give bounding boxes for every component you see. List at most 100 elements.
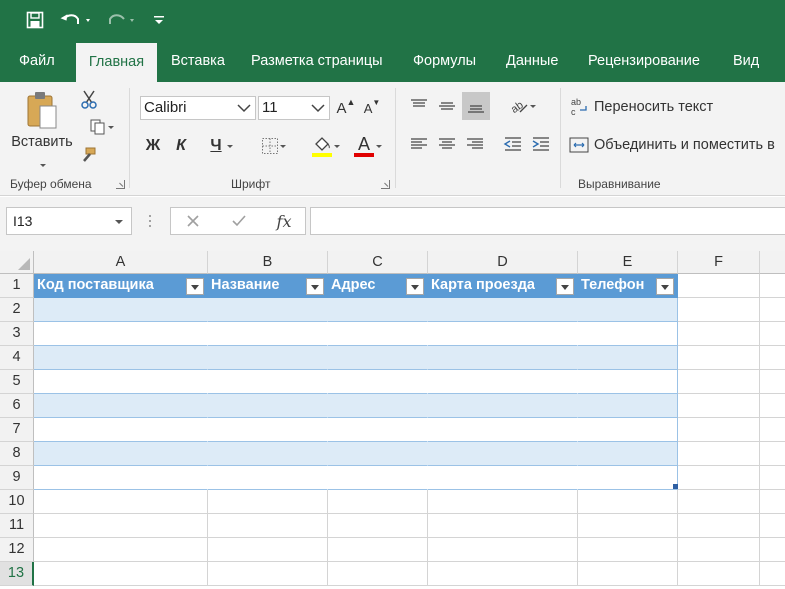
grid-cell[interactable] — [428, 418, 578, 442]
grid-cell[interactable] — [328, 346, 428, 370]
increase-indent-button[interactable] — [528, 130, 554, 158]
grid-cell[interactable] — [428, 514, 578, 538]
grid-cell[interactable] — [578, 322, 678, 346]
row-header-12[interactable]: 12 — [0, 538, 34, 562]
column-header-b[interactable]: B — [208, 251, 328, 274]
grid-cell[interactable] — [428, 538, 578, 562]
filter-dropdown-icon[interactable] — [186, 278, 204, 295]
tab-insert[interactable]: Вставка — [171, 40, 225, 82]
grid-cell[interactable] — [328, 442, 428, 466]
tab-review[interactable]: Рецензирование — [588, 40, 700, 82]
grid-cell[interactable] — [208, 514, 328, 538]
grid-cell[interactable] — [34, 442, 208, 466]
merge-center-button[interactable]: Объединить и поместить в — [568, 132, 785, 158]
orientation-button[interactable]: ab — [500, 92, 538, 120]
column-header-e[interactable]: E — [578, 251, 678, 274]
grid-cell[interactable] — [208, 370, 328, 394]
grid-cell[interactable] — [678, 466, 760, 490]
grid-cell[interactable] — [208, 466, 328, 490]
undo-button[interactable] — [60, 8, 96, 32]
grid-cell[interactable] — [678, 514, 760, 538]
grid-cell[interactable] — [34, 514, 208, 538]
tab-home[interactable]: Главная — [76, 43, 157, 82]
row-header-11[interactable]: 11 — [0, 514, 34, 538]
grid-cell[interactable] — [428, 322, 578, 346]
fill-color-button[interactable] — [302, 132, 342, 160]
grid-cell[interactable] — [578, 538, 678, 562]
worksheet-grid[interactable]: A B C D E F 1 Код поставщика Название Адрес Карта … — [0, 251, 785, 589]
grid-cell[interactable] — [760, 418, 785, 442]
grid-cell[interactable] — [34, 466, 208, 490]
grid-cell[interactable] — [760, 274, 785, 298]
grid-cell[interactable] — [328, 322, 428, 346]
grid-cell[interactable] — [428, 298, 578, 322]
grid-cell[interactable] — [578, 466, 678, 490]
grid-cell[interactable] — [678, 274, 760, 298]
grid-cell[interactable] — [678, 298, 760, 322]
grid-cell[interactable] — [678, 538, 760, 562]
tab-page-layout[interactable]: Разметка страницы — [251, 40, 383, 82]
row-header-2[interactable]: 2 — [0, 298, 34, 322]
grid-cell[interactable] — [678, 490, 760, 514]
shrink-font-button[interactable]: A ▼ — [362, 96, 382, 120]
clipboard-launcher-icon[interactable] — [116, 180, 125, 189]
grid-cell[interactable] — [208, 346, 328, 370]
column-header-a[interactable]: A — [34, 251, 208, 274]
grid-cell[interactable] — [578, 562, 678, 586]
table-header-cell[interactable]: Название — [208, 274, 328, 298]
row-header-3[interactable]: 3 — [0, 322, 34, 346]
grid-cell[interactable] — [328, 418, 428, 442]
row-header-10[interactable]: 10 — [0, 490, 34, 514]
grid-cell[interactable] — [34, 346, 208, 370]
grid-cell[interactable] — [578, 394, 678, 418]
grid-cell[interactable] — [760, 442, 785, 466]
grid-cell[interactable] — [578, 298, 678, 322]
table-header-cell[interactable]: Код поставщика — [34, 274, 208, 298]
grid-cell[interactable] — [760, 346, 785, 370]
grid-cell[interactable] — [678, 322, 760, 346]
tab-data[interactable]: Данные — [506, 40, 558, 82]
grid-cell[interactable] — [208, 298, 328, 322]
row-header-6[interactable]: 6 — [0, 394, 34, 418]
row-header-5[interactable]: 5 — [0, 370, 34, 394]
row-header-4[interactable]: 4 — [0, 346, 34, 370]
underline-button[interactable]: Ч — [198, 134, 234, 158]
grid-cell[interactable] — [34, 538, 208, 562]
grid-cell[interactable] — [760, 562, 785, 586]
column-header-d[interactable]: D — [428, 251, 578, 274]
grid-cell[interactable] — [328, 538, 428, 562]
cut-icon[interactable] — [78, 88, 100, 110]
grid-cell[interactable] — [760, 322, 785, 346]
redo-button[interactable] — [104, 8, 140, 32]
font-name-combo[interactable]: Calibri — [140, 96, 256, 120]
grid-cell[interactable] — [760, 538, 785, 562]
grid-cell[interactable] — [208, 562, 328, 586]
bold-button[interactable]: Ж — [142, 134, 164, 158]
table-header-cell[interactable]: Карта проезда — [428, 274, 578, 298]
table-resize-handle-icon[interactable] — [673, 484, 678, 489]
grid-cell[interactable] — [760, 298, 785, 322]
borders-button[interactable] — [250, 134, 290, 158]
insert-function-button[interactable]: fx — [271, 211, 297, 231]
grid-cell[interactable] — [428, 562, 578, 586]
table-header-cell[interactable]: Телефон — [578, 274, 678, 298]
grid-cell[interactable] — [34, 298, 208, 322]
grid-cell[interactable] — [34, 418, 208, 442]
align-middle-button[interactable] — [434, 92, 460, 120]
table-header-cell[interactable]: Адрес — [328, 274, 428, 298]
grid-cell[interactable] — [678, 442, 760, 466]
grid-cell[interactable] — [678, 418, 760, 442]
formula-input[interactable] — [310, 207, 785, 235]
paste-button[interactable]: Вставить — [8, 88, 76, 170]
grid-cell[interactable] — [678, 346, 760, 370]
align-top-button[interactable] — [406, 92, 432, 120]
grid-cell[interactable] — [578, 370, 678, 394]
grid-cell[interactable] — [34, 370, 208, 394]
grow-font-button[interactable]: A ▲ — [336, 96, 356, 120]
grid-cell[interactable] — [428, 442, 578, 466]
grid-cell[interactable] — [208, 418, 328, 442]
format-painter-icon[interactable] — [78, 144, 100, 166]
filter-dropdown-icon[interactable] — [406, 278, 424, 295]
grid-cell[interactable] — [760, 466, 785, 490]
grid-cell[interactable] — [678, 394, 760, 418]
